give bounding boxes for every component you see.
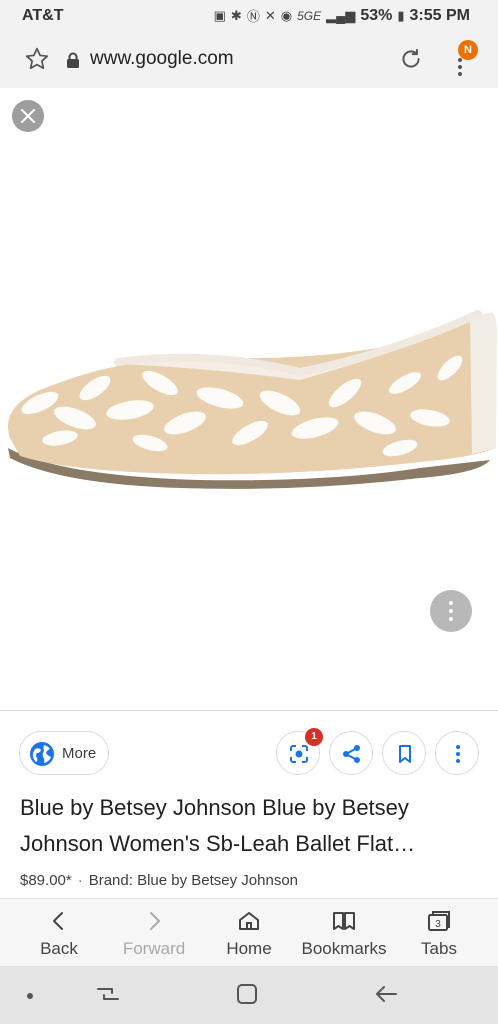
nav-tabs-label: Tabs	[421, 939, 457, 958]
recent-apps-icon[interactable]	[96, 983, 120, 1005]
nav-forward[interactable]: Forward	[106, 899, 202, 967]
bluetooth-icon: ✱	[230, 7, 242, 23]
tab-count: 3	[435, 919, 441, 930]
divider	[0, 710, 498, 711]
back-arrow-icon[interactable]	[374, 983, 398, 1005]
nav-home-label: Home	[226, 939, 272, 958]
share-button[interactable]	[329, 731, 373, 775]
bookmarks-icon	[333, 912, 355, 930]
nav-home[interactable]: Home	[201, 899, 297, 967]
mute-icon: ✕	[264, 7, 276, 23]
nav-bookmarks[interactable]: Bookmarks	[296, 899, 392, 967]
more-vert-icon	[458, 58, 462, 79]
result-title[interactable]: Blue by Betsey Johnson Blue by Betsey Jo…	[20, 790, 480, 862]
separator-dot: ·	[77, 872, 83, 889]
more-vert-icon	[456, 745, 460, 763]
signal-icon: ▂▄▆	[326, 7, 356, 23]
lock-icon	[67, 52, 79, 68]
more-label: More	[62, 745, 97, 762]
lens-button[interactable]: 1	[276, 728, 323, 775]
close-button[interactable]	[12, 100, 44, 132]
system-navigation-bar	[0, 966, 498, 1024]
clock: 3:55 PM	[409, 6, 470, 24]
nav-back[interactable]: Back	[11, 899, 107, 967]
result-meta: $89.00* · Brand: Blue by Betsey Johnson	[20, 872, 298, 889]
screenshot-icon: ▣	[213, 7, 226, 23]
chevron-left-icon	[53, 912, 63, 930]
network-type: 5GE	[297, 8, 322, 23]
product-image[interactable]	[0, 298, 498, 498]
nav-bookmarks-label: Bookmarks	[301, 939, 387, 958]
browser-toolbar: www.google.com N	[0, 32, 498, 88]
dot-indicator-icon	[27, 993, 33, 999]
image-options-button[interactable]	[430, 590, 472, 632]
browser-menu-button[interactable]: N	[446, 40, 478, 80]
menu-notification-badge: N	[458, 40, 478, 60]
image-viewer	[0, 88, 498, 710]
globe-icon	[30, 742, 54, 766]
nav-back-label: Back	[40, 939, 78, 958]
brand: Brand: Blue by Betsey Johnson	[88, 872, 299, 889]
home-icon	[239, 912, 259, 930]
url-bar[interactable]: www.google.com	[90, 48, 234, 70]
status-bar: AT&T ▣ ✱ Ⓝ ✕ ◉ 5GE ▂▄▆ 53% ▮ 3:55 PM	[0, 0, 498, 32]
chevron-right-icon	[150, 912, 160, 930]
tabs-icon: 3	[428, 911, 450, 931]
status-icons: ▣ ✱ Ⓝ ✕ ◉ 5GE ▂▄▆ 53% ▮ 3:55 PM	[214, 6, 470, 25]
reload-icon[interactable]	[398, 46, 424, 72]
more-button[interactable]: More	[19, 731, 109, 775]
bottom-navigation: Back Forward Home Bookmarks 3 Tabs	[0, 898, 498, 966]
carrier-label: AT&T	[22, 7, 64, 24]
nfc-icon: Ⓝ	[246, 9, 260, 24]
lens-badge: 1	[305, 728, 323, 746]
close-icon	[21, 109, 35, 123]
home-button-icon[interactable]	[236, 983, 258, 1005]
lens-icon	[290, 745, 308, 763]
nav-tabs[interactable]: 3 Tabs	[391, 899, 487, 967]
more-options-button[interactable]	[435, 731, 479, 775]
star-icon[interactable]	[24, 46, 50, 72]
nav-forward-label: Forward	[122, 939, 186, 958]
alarm-icon: ◉	[280, 7, 293, 23]
battery-icon: ▮	[397, 7, 405, 23]
bookmark-icon	[399, 745, 411, 763]
price: $89.00*	[20, 872, 72, 889]
share-icon	[343, 745, 360, 763]
save-button[interactable]	[382, 731, 426, 775]
battery-percent: 53%	[360, 6, 393, 24]
